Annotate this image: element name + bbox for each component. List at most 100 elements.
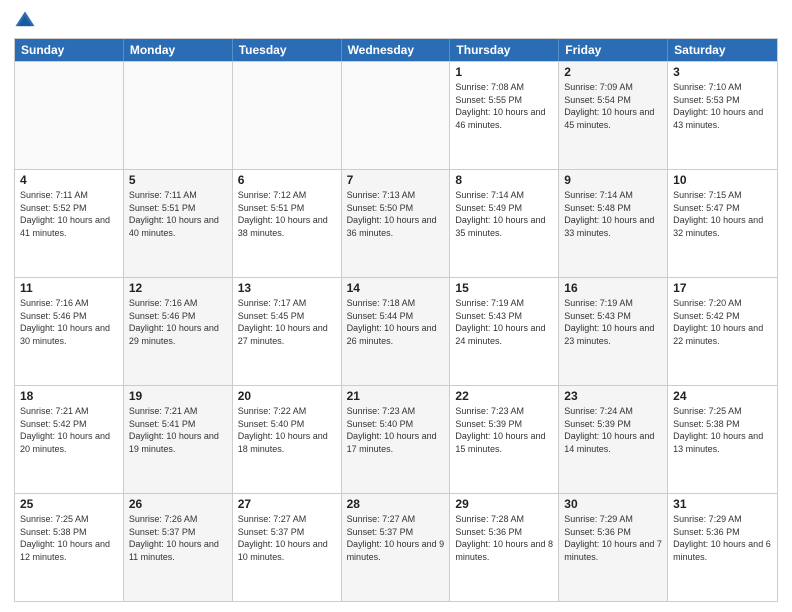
day-number: 14 <box>347 281 445 295</box>
day-number: 12 <box>129 281 227 295</box>
header-cell-saturday: Saturday <box>668 39 777 61</box>
day-info: Sunrise: 7:29 AM Sunset: 5:36 PM Dayligh… <box>673 513 772 563</box>
day-number: 27 <box>238 497 336 511</box>
day-cell-3: 3 Sunrise: 7:10 AM Sunset: 5:53 PM Daylig… <box>668 62 777 169</box>
day-info: Sunrise: 7:23 AM Sunset: 5:39 PM Dayligh… <box>455 405 553 455</box>
day-cell-12: 12 Sunrise: 7:16 AM Sunset: 5:46 PM Dayli… <box>124 278 233 385</box>
empty-cell <box>233 62 342 169</box>
day-cell-13: 13 Sunrise: 7:17 AM Sunset: 5:45 PM Dayli… <box>233 278 342 385</box>
day-number: 18 <box>20 389 118 403</box>
day-cell-28: 28 Sunrise: 7:27 AM Sunset: 5:37 PM Dayli… <box>342 494 451 601</box>
header <box>14 10 778 32</box>
day-number: 5 <box>129 173 227 187</box>
day-cell-21: 21 Sunrise: 7:23 AM Sunset: 5:40 PM Dayli… <box>342 386 451 493</box>
header-cell-friday: Friday <box>559 39 668 61</box>
day-number: 26 <box>129 497 227 511</box>
day-number: 7 <box>347 173 445 187</box>
day-number: 3 <box>673 65 772 79</box>
day-number: 16 <box>564 281 662 295</box>
day-number: 8 <box>455 173 553 187</box>
day-info: Sunrise: 7:09 AM Sunset: 5:54 PM Dayligh… <box>564 81 662 131</box>
day-cell-26: 26 Sunrise: 7:26 AM Sunset: 5:37 PM Dayli… <box>124 494 233 601</box>
day-info: Sunrise: 7:26 AM Sunset: 5:37 PM Dayligh… <box>129 513 227 563</box>
calendar-row-5: 25Sunrise: 7:25 AM Sunset: 5:38 PM Dayli… <box>15 493 777 601</box>
day-info: Sunrise: 7:14 AM Sunset: 5:48 PM Dayligh… <box>564 189 662 239</box>
day-info: Sunrise: 7:27 AM Sunset: 5:37 PM Dayligh… <box>347 513 445 563</box>
calendar-row-4: 18 Sunrise: 7:21 AM Sunset: 5:42 PM Dayli… <box>15 385 777 493</box>
page: SundayMondayTuesdayWednesdayThursdayFrid… <box>0 0 792 612</box>
day-number: 4 <box>20 173 118 187</box>
day-number: 1 <box>455 65 553 79</box>
logo-icon <box>14 10 36 32</box>
day-number: 15 <box>455 281 553 295</box>
day-number: 24 <box>673 389 772 403</box>
day-info: Sunrise: 7:21 AM Sunset: 5:42 PM Dayligh… <box>20 405 118 455</box>
day-number: 22 <box>455 389 553 403</box>
day-cell-1: 1Sunrise: 7:08 AM Sunset: 5:55 PM Daylig… <box>450 62 559 169</box>
day-info: Sunrise: 7:14 AM Sunset: 5:49 PM Dayligh… <box>455 189 553 239</box>
day-info: Sunrise: 7:25 AM Sunset: 5:38 PM Dayligh… <box>20 513 118 563</box>
day-info: Sunrise: 7:17 AM Sunset: 5:45 PM Dayligh… <box>238 297 336 347</box>
day-cell-17: 17Sunrise: 7:20 AM Sunset: 5:42 PM Dayli… <box>668 278 777 385</box>
day-info: Sunrise: 7:25 AM Sunset: 5:38 PM Dayligh… <box>673 405 772 455</box>
day-number: 19 <box>129 389 227 403</box>
day-info: Sunrise: 7:24 AM Sunset: 5:39 PM Dayligh… <box>564 405 662 455</box>
day-number: 28 <box>347 497 445 511</box>
day-number: 20 <box>238 389 336 403</box>
header-cell-sunday: Sunday <box>15 39 124 61</box>
day-info: Sunrise: 7:11 AM Sunset: 5:52 PM Dayligh… <box>20 189 118 239</box>
header-cell-monday: Monday <box>124 39 233 61</box>
day-cell-6: 6 Sunrise: 7:12 AM Sunset: 5:51 PM Daylig… <box>233 170 342 277</box>
day-info: Sunrise: 7:12 AM Sunset: 5:51 PM Dayligh… <box>238 189 336 239</box>
calendar: SundayMondayTuesdayWednesdayThursdayFrid… <box>14 38 778 602</box>
day-cell-2: 2Sunrise: 7:09 AM Sunset: 5:54 PM Daylig… <box>559 62 668 169</box>
day-cell-24: 24 Sunrise: 7:25 AM Sunset: 5:38 PM Dayli… <box>668 386 777 493</box>
day-cell-10: 10Sunrise: 7:15 AM Sunset: 5:47 PM Dayli… <box>668 170 777 277</box>
calendar-row-2: 4 Sunrise: 7:11 AM Sunset: 5:52 PM Daylig… <box>15 169 777 277</box>
day-cell-30: 30 Sunrise: 7:29 AM Sunset: 5:36 PM Dayli… <box>559 494 668 601</box>
day-info: Sunrise: 7:21 AM Sunset: 5:41 PM Dayligh… <box>129 405 227 455</box>
day-info: Sunrise: 7:19 AM Sunset: 5:43 PM Dayligh… <box>455 297 553 347</box>
day-cell-25: 25Sunrise: 7:25 AM Sunset: 5:38 PM Dayli… <box>15 494 124 601</box>
day-info: Sunrise: 7:28 AM Sunset: 5:36 PM Dayligh… <box>455 513 553 563</box>
empty-cell <box>124 62 233 169</box>
day-number: 6 <box>238 173 336 187</box>
day-number: 30 <box>564 497 662 511</box>
calendar-row-1: 1Sunrise: 7:08 AM Sunset: 5:55 PM Daylig… <box>15 61 777 169</box>
day-info: Sunrise: 7:29 AM Sunset: 5:36 PM Dayligh… <box>564 513 662 563</box>
header-cell-wednesday: Wednesday <box>342 39 451 61</box>
day-cell-16: 16Sunrise: 7:19 AM Sunset: 5:43 PM Dayli… <box>559 278 668 385</box>
logo <box>14 10 40 32</box>
day-info: Sunrise: 7:20 AM Sunset: 5:42 PM Dayligh… <box>673 297 772 347</box>
day-number: 21 <box>347 389 445 403</box>
day-info: Sunrise: 7:10 AM Sunset: 5:53 PM Dayligh… <box>673 81 772 131</box>
day-cell-22: 22 Sunrise: 7:23 AM Sunset: 5:39 PM Dayli… <box>450 386 559 493</box>
day-info: Sunrise: 7:13 AM Sunset: 5:50 PM Dayligh… <box>347 189 445 239</box>
day-cell-7: 7 Sunrise: 7:13 AM Sunset: 5:50 PM Daylig… <box>342 170 451 277</box>
calendar-row-3: 11 Sunrise: 7:16 AM Sunset: 5:46 PM Dayli… <box>15 277 777 385</box>
day-info: Sunrise: 7:18 AM Sunset: 5:44 PM Dayligh… <box>347 297 445 347</box>
day-number: 23 <box>564 389 662 403</box>
day-info: Sunrise: 7:22 AM Sunset: 5:40 PM Dayligh… <box>238 405 336 455</box>
day-number: 29 <box>455 497 553 511</box>
day-info: Sunrise: 7:16 AM Sunset: 5:46 PM Dayligh… <box>20 297 118 347</box>
header-cell-thursday: Thursday <box>450 39 559 61</box>
empty-cell <box>342 62 451 169</box>
day-info: Sunrise: 7:23 AM Sunset: 5:40 PM Dayligh… <box>347 405 445 455</box>
day-cell-4: 4 Sunrise: 7:11 AM Sunset: 5:52 PM Daylig… <box>15 170 124 277</box>
day-number: 13 <box>238 281 336 295</box>
day-cell-31: 31 Sunrise: 7:29 AM Sunset: 5:36 PM Dayli… <box>668 494 777 601</box>
day-cell-9: 9 Sunrise: 7:14 AM Sunset: 5:48 PM Daylig… <box>559 170 668 277</box>
day-number: 11 <box>20 281 118 295</box>
day-cell-20: 20 Sunrise: 7:22 AM Sunset: 5:40 PM Dayli… <box>233 386 342 493</box>
day-cell-18: 18 Sunrise: 7:21 AM Sunset: 5:42 PM Dayli… <box>15 386 124 493</box>
day-info: Sunrise: 7:11 AM Sunset: 5:51 PM Dayligh… <box>129 189 227 239</box>
day-info: Sunrise: 7:15 AM Sunset: 5:47 PM Dayligh… <box>673 189 772 239</box>
empty-cell <box>15 62 124 169</box>
day-cell-19: 19 Sunrise: 7:21 AM Sunset: 5:41 PM Dayli… <box>124 386 233 493</box>
day-cell-23: 23 Sunrise: 7:24 AM Sunset: 5:39 PM Dayli… <box>559 386 668 493</box>
day-number: 31 <box>673 497 772 511</box>
day-number: 9 <box>564 173 662 187</box>
day-cell-14: 14 Sunrise: 7:18 AM Sunset: 5:44 PM Dayli… <box>342 278 451 385</box>
day-info: Sunrise: 7:16 AM Sunset: 5:46 PM Dayligh… <box>129 297 227 347</box>
